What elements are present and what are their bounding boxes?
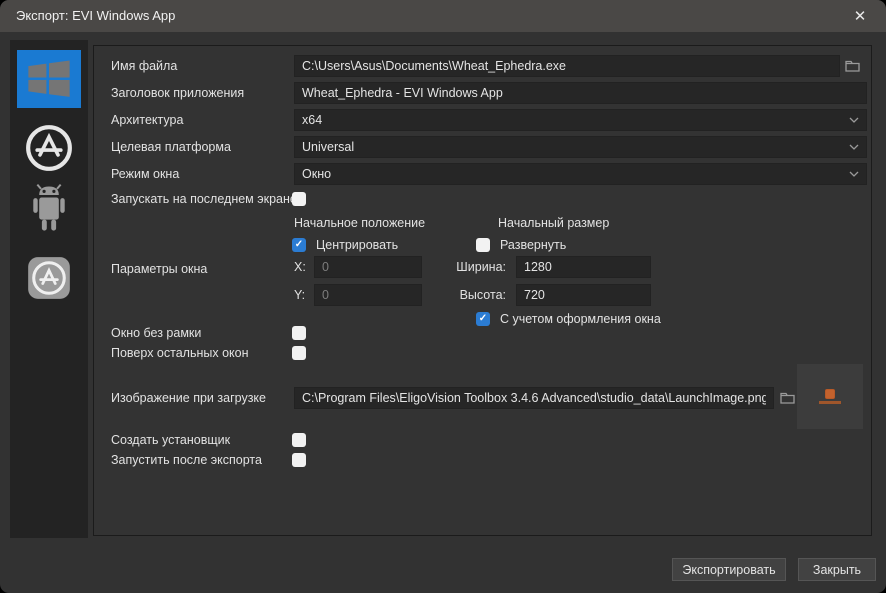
window-decorations-checkbox[interactable] (476, 312, 490, 326)
maximize-checkbox[interactable] (476, 238, 490, 252)
center-label: Центрировать (316, 234, 398, 256)
create-installer-checkbox[interactable] (292, 433, 306, 447)
initial-position-header: Начальное положение (294, 212, 425, 234)
target-platform-select[interactable]: Universal (294, 136, 867, 158)
app-title-label: Заголовок приложения (111, 82, 244, 104)
dialog-title: Экспорт: EVI Windows App (16, 0, 175, 32)
center-checkbox[interactable] (292, 238, 306, 252)
android-icon (24, 184, 74, 238)
width-input[interactable] (516, 256, 651, 278)
initial-size-header: Начальный размер (498, 212, 609, 234)
window-mode-value: Окно (302, 167, 331, 181)
thumbnail-logo-text-mark (819, 401, 841, 404)
platform-sidebar (10, 40, 88, 538)
architecture-select[interactable]: x64 (294, 109, 867, 131)
maximize-label: Развернуть (500, 234, 566, 256)
borderless-checkbox[interactable] (292, 326, 306, 340)
window-mode-select[interactable]: Окно (294, 163, 867, 185)
mac-app-store-icon (24, 123, 74, 173)
y-label: Y: (294, 284, 305, 306)
launch-image-input[interactable] (294, 387, 774, 409)
app-title-input[interactable] (294, 82, 867, 104)
launch-image-preview (797, 364, 863, 429)
thumbnail-logo-mark (825, 389, 835, 399)
x-label: X: (294, 256, 306, 278)
run-after-export-checkbox[interactable] (292, 453, 306, 467)
architecture-label: Архитектура (111, 109, 183, 131)
launch-image-browse-button[interactable] (778, 390, 796, 406)
folder-icon (780, 392, 795, 404)
launch-last-screen-checkbox[interactable] (292, 192, 306, 206)
always-on-top-checkbox[interactable] (292, 346, 306, 360)
height-input[interactable] (516, 284, 651, 306)
chevron-down-icon (849, 144, 859, 150)
y-input[interactable] (314, 284, 422, 306)
file-name-input[interactable] (294, 55, 840, 77)
sidebar-item-macos[interactable] (10, 122, 88, 174)
window-mode-label: Режим окна (111, 163, 179, 185)
always-on-top-label: Поверх остальных окон (111, 342, 249, 364)
sidebar-item-windows[interactable] (17, 50, 81, 108)
borderless-label: Окно без рамки (111, 322, 201, 344)
windows-icon (17, 50, 81, 108)
target-platform-value: Universal (302, 140, 354, 154)
window-decorations-label: С учетом оформления окна (500, 308, 661, 330)
run-after-export-label: Запустить после экспорта (111, 449, 262, 471)
file-name-label: Имя файла (111, 55, 177, 77)
folder-icon (845, 60, 860, 72)
title-bar: Экспорт: EVI Windows App ✕ (0, 0, 886, 32)
file-browse-button[interactable] (843, 58, 861, 74)
close-icon[interactable]: ✕ (842, 0, 878, 32)
width-label: Ширина: (446, 256, 506, 278)
ios-app-store-icon (24, 253, 74, 303)
chevron-down-icon (849, 171, 859, 177)
export-button[interactable]: Экспортировать (672, 558, 786, 581)
architecture-value: x64 (302, 113, 322, 127)
export-dialog: Экспорт: EVI Windows App ✕ (0, 0, 886, 593)
create-installer-label: Создать установщик (111, 429, 230, 451)
close-button[interactable]: Закрыть (798, 558, 876, 581)
settings-panel: Имя файла Заголовок приложения Архитекту… (93, 45, 872, 536)
window-params-label: Параметры окна (111, 258, 207, 280)
chevron-down-icon (849, 117, 859, 123)
sidebar-item-ios[interactable] (10, 252, 88, 304)
sidebar-item-android[interactable] (10, 182, 88, 240)
target-platform-label: Целевая платформа (111, 136, 231, 158)
launch-last-screen-label: Запускать на последнем экране (111, 188, 297, 210)
height-label: Высота: (446, 284, 506, 306)
x-input[interactable] (314, 256, 422, 278)
launch-image-label: Изображение при загрузке (111, 387, 266, 409)
